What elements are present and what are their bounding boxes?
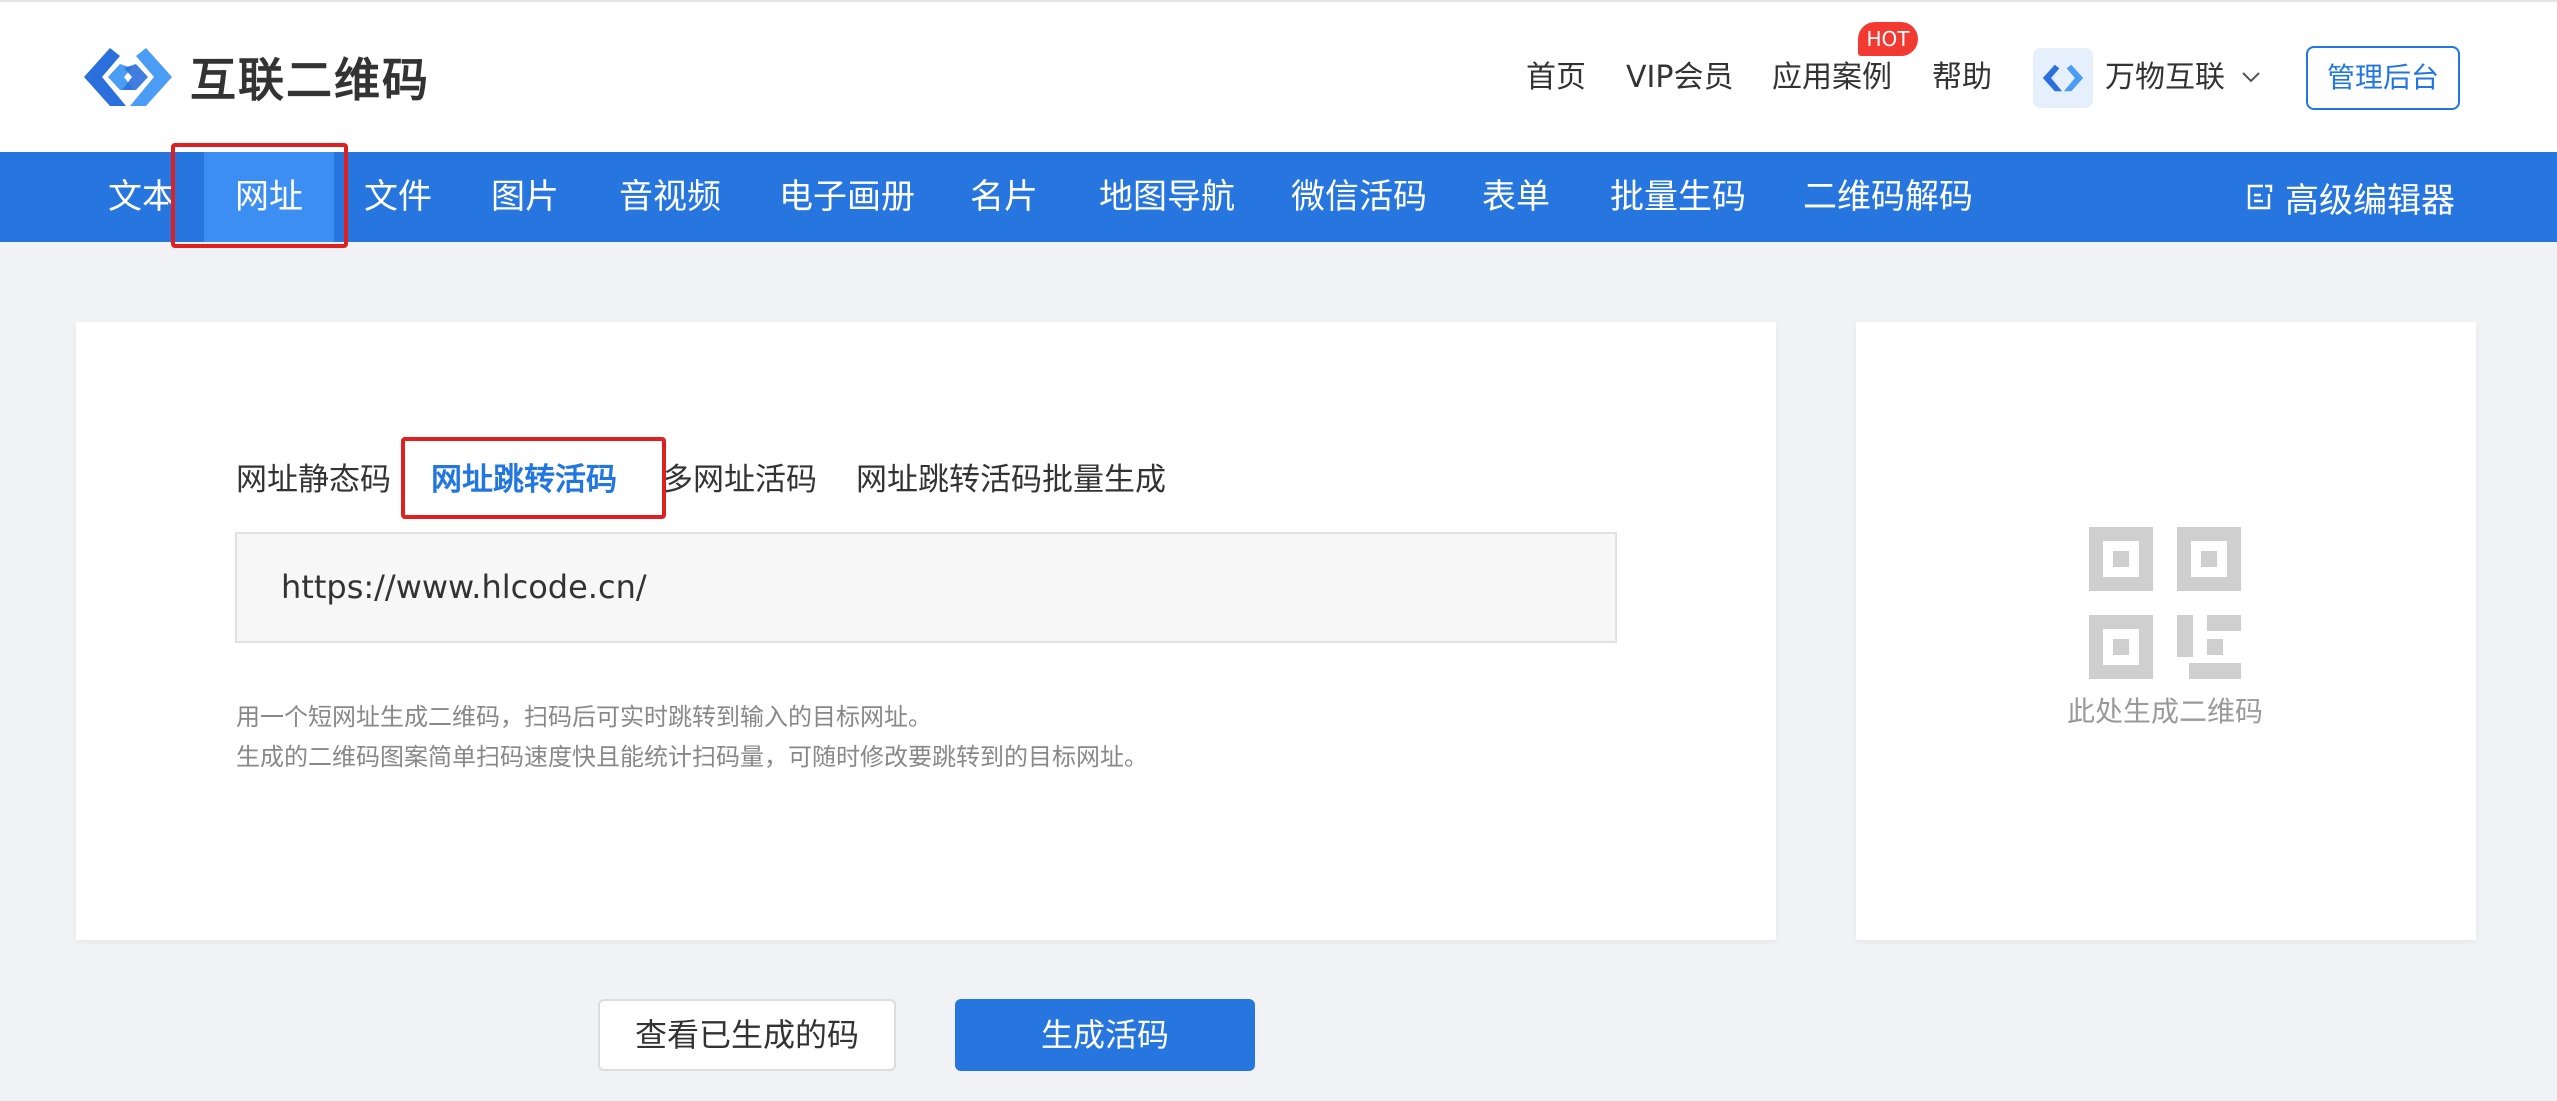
hot-badge: HOT [1858, 22, 1918, 56]
account-avatar[interactable] [2033, 48, 2093, 108]
nav-item-url[interactable]: 网址 [204, 152, 334, 242]
nav-item-form[interactable]: 表单 [1482, 152, 1550, 242]
nav-item-file[interactable]: 文件 [364, 152, 432, 242]
chevron-down-icon[interactable] [2240, 66, 2262, 88]
nav-item-ebook[interactable]: 电子画册 [779, 152, 915, 242]
topnav-home[interactable]: 首页 [1526, 58, 1586, 98]
generate-button[interactable]: 生成活码 [955, 999, 1255, 1071]
advanced-editor-link[interactable]: 高级编辑器 [2245, 152, 2455, 242]
tab-batch-generate[interactable]: 网址跳转活码批量生成 [856, 458, 1166, 502]
nav-item-wechat[interactable]: 微信活码 [1291, 152, 1427, 242]
tab-static-url[interactable]: 网址静态码 [236, 458, 391, 502]
topnav-cases[interactable]: 应用案例 [1772, 58, 1892, 98]
topnav-vip[interactable]: VIP会员 [1626, 58, 1733, 98]
nav-item-batch[interactable]: 批量生码 [1610, 152, 1746, 242]
tab-redirect-code[interactable]: 网址跳转活码 [431, 458, 617, 502]
tab-multi-url[interactable]: 多网址活码 [662, 458, 817, 502]
account-logo-icon [2042, 64, 2084, 92]
top-header: 互联二维码 首页 VIP会员 应用案例 HOT 帮助 万物互联 管理后台 [0, 0, 2557, 152]
nav-item-decode[interactable]: 二维码解码 [1803, 152, 1973, 242]
nav-item-audio-video[interactable]: 音视频 [619, 152, 721, 242]
qr-code-icon [2089, 527, 2241, 679]
nav-item-text[interactable]: 文本 [108, 152, 176, 242]
logo-icon [84, 48, 172, 106]
url-input[interactable]: https://www.hlcode.cn/ [235, 532, 1617, 643]
account-name[interactable]: 万物互联 [2105, 58, 2225, 98]
admin-button[interactable]: 管理后台 [2306, 46, 2460, 110]
qr-placeholder-text: 此处生成二维码 [2066, 695, 2263, 728]
brand-name: 互联二维码 [190, 53, 430, 107]
description-line: 生成的二维码图案简单扫码速度快且能统计扫码量，可随时修改要跳转到的目标网址。 [236, 743, 1148, 771]
view-generated-button[interactable]: 查看已生成的码 [598, 999, 896, 1071]
description-line: 用一个短网址生成二维码，扫码后可实时跳转到输入的目标网址。 [236, 703, 932, 731]
site-logo[interactable]: 互联二维码 [80, 40, 430, 114]
nav-item-image[interactable]: 图片 [491, 152, 559, 242]
nav-item-card[interactable]: 名片 [970, 152, 1038, 242]
topnav-help[interactable]: 帮助 [1932, 58, 1992, 98]
edit-icon [2247, 184, 2273, 210]
advanced-editor-label: 高级编辑器 [2285, 180, 2455, 221]
nav-item-map[interactable]: 地图导航 [1099, 152, 1235, 242]
category-nav: 文本 网址 文件 图片 音视频 电子画册 名片 地图导航 微信活码 表单 批量生… [0, 152, 2557, 242]
